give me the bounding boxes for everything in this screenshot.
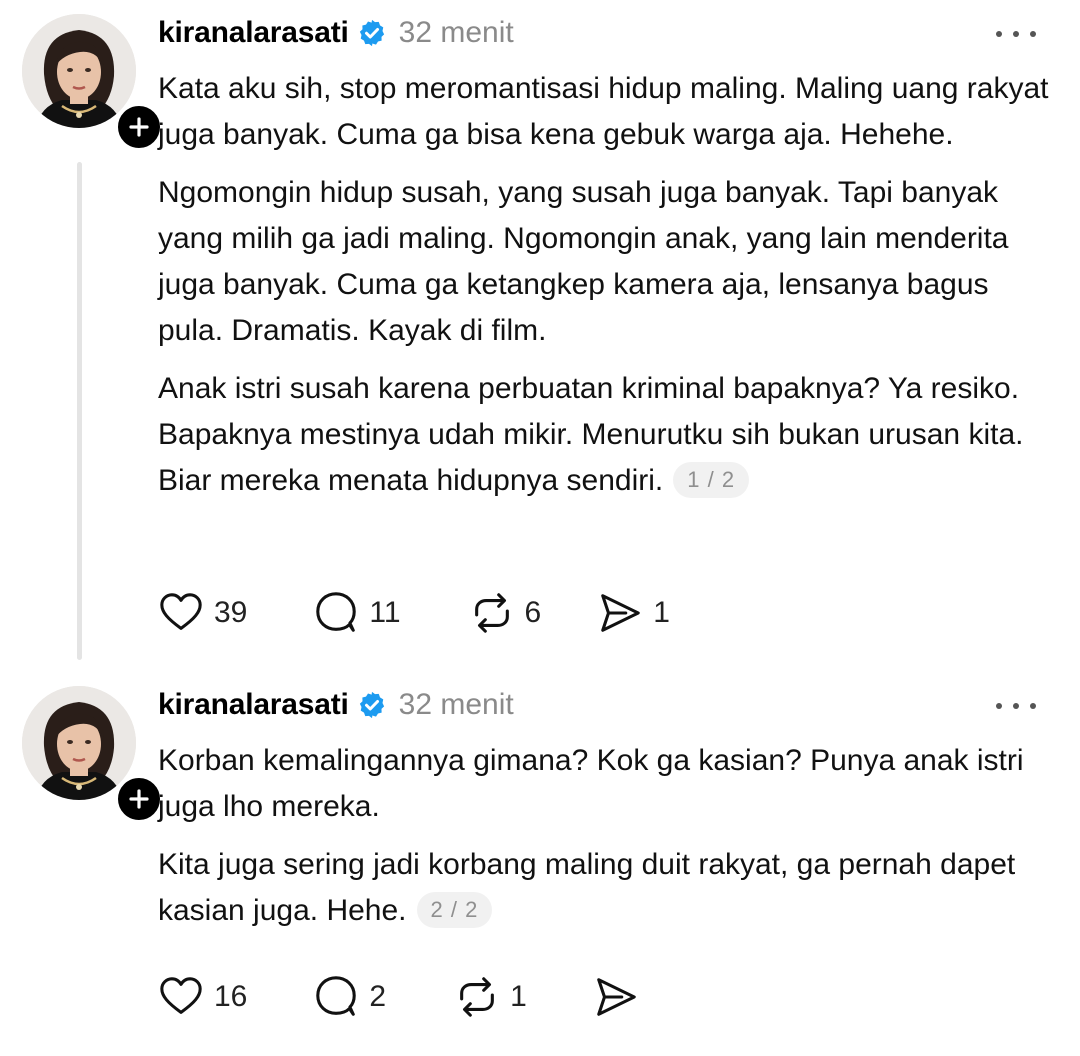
- post-paragraph: Ngomongin hidup susah, yang susah juga b…: [158, 176, 1009, 347]
- post-paragraph-text: Kita juga sering jadi korbang maling dui…: [158, 848, 1016, 927]
- share-button[interactable]: 1: [597, 590, 670, 636]
- repost-icon: [474, 593, 509, 633]
- post-body: Kata aku sih, stop meromantisasi hidup m…: [158, 66, 1053, 516]
- username[interactable]: kiranalarasati: [158, 16, 349, 50]
- verified-badge-icon: [359, 691, 384, 719]
- like-button[interactable]: 39: [158, 590, 247, 636]
- repost-count: 6: [524, 596, 542, 629]
- comment-icon: [316, 592, 357, 632]
- post-header: kiranalarasati 32 menit: [158, 682, 514, 728]
- thread-counter-badge: 2 / 2: [416, 892, 493, 928]
- post-time: 32 menit: [398, 16, 514, 49]
- username[interactable]: kiranalarasati: [158, 688, 349, 722]
- action-bar: 39 11 6 1: [158, 588, 670, 638]
- avatar-container: [22, 14, 164, 152]
- like-count: 16: [214, 980, 248, 1013]
- reply-count: 11: [369, 596, 401, 629]
- avatar-container: [22, 686, 164, 824]
- send-icon: [601, 594, 640, 632]
- more-options-icon[interactable]: [996, 22, 1036, 46]
- post-header: kiranalarasati 32 menit: [158, 10, 514, 56]
- verified-badge-icon: [359, 19, 384, 47]
- post-body: Korban kemalingannya gimana? Kok ga kasi…: [158, 738, 1053, 946]
- heart-icon: [160, 977, 202, 1014]
- post-paragraph: Kita juga sering jadi korbang maling dui…: [158, 842, 1053, 934]
- share-count: 1: [653, 596, 670, 629]
- post-paragraph: Korban kemalingannya gimana? Kok ga kasi…: [158, 744, 1024, 823]
- thread-counter-badge: 1 / 2: [673, 462, 750, 498]
- repost-icon: [460, 977, 494, 1017]
- reply-button[interactable]: 2: [313, 974, 386, 1020]
- like-count: 39: [214, 596, 248, 629]
- follow-button[interactable]: [114, 102, 164, 152]
- share-button[interactable]: [593, 974, 649, 1020]
- post-paragraph-text: Anak istri susah karena perbuatan krimin…: [158, 372, 1024, 497]
- repost-button[interactable]: 6: [469, 590, 542, 636]
- thread-connector-line: [77, 162, 82, 660]
- action-bar: 16 2 1: [158, 972, 649, 1022]
- follow-button[interactable]: [114, 774, 164, 824]
- heart-icon: [160, 593, 202, 630]
- like-button[interactable]: 16: [158, 974, 247, 1020]
- comment-icon: [316, 976, 357, 1016]
- send-icon: [596, 978, 636, 1016]
- repost-button[interactable]: 1: [454, 974, 527, 1020]
- thread-post: kiranalarasati 32 menit Korban kemalinga…: [0, 672, 1080, 1056]
- post-time: 32 menit: [398, 688, 514, 721]
- repost-count: 1: [510, 980, 527, 1013]
- reply-button[interactable]: 11: [313, 590, 401, 636]
- plus-icon: [129, 789, 149, 809]
- more-options-icon[interactable]: [996, 694, 1036, 718]
- post-paragraph: Kata aku sih, stop meromantisasi hidup m…: [158, 72, 1049, 151]
- reply-count: 2: [369, 980, 387, 1013]
- thread-post: kiranalarasati 32 menit Kata aku sih, st…: [0, 0, 1080, 670]
- post-paragraph: Anak istri susah karena perbuatan krimin…: [158, 366, 1053, 504]
- plus-icon: [129, 117, 149, 137]
